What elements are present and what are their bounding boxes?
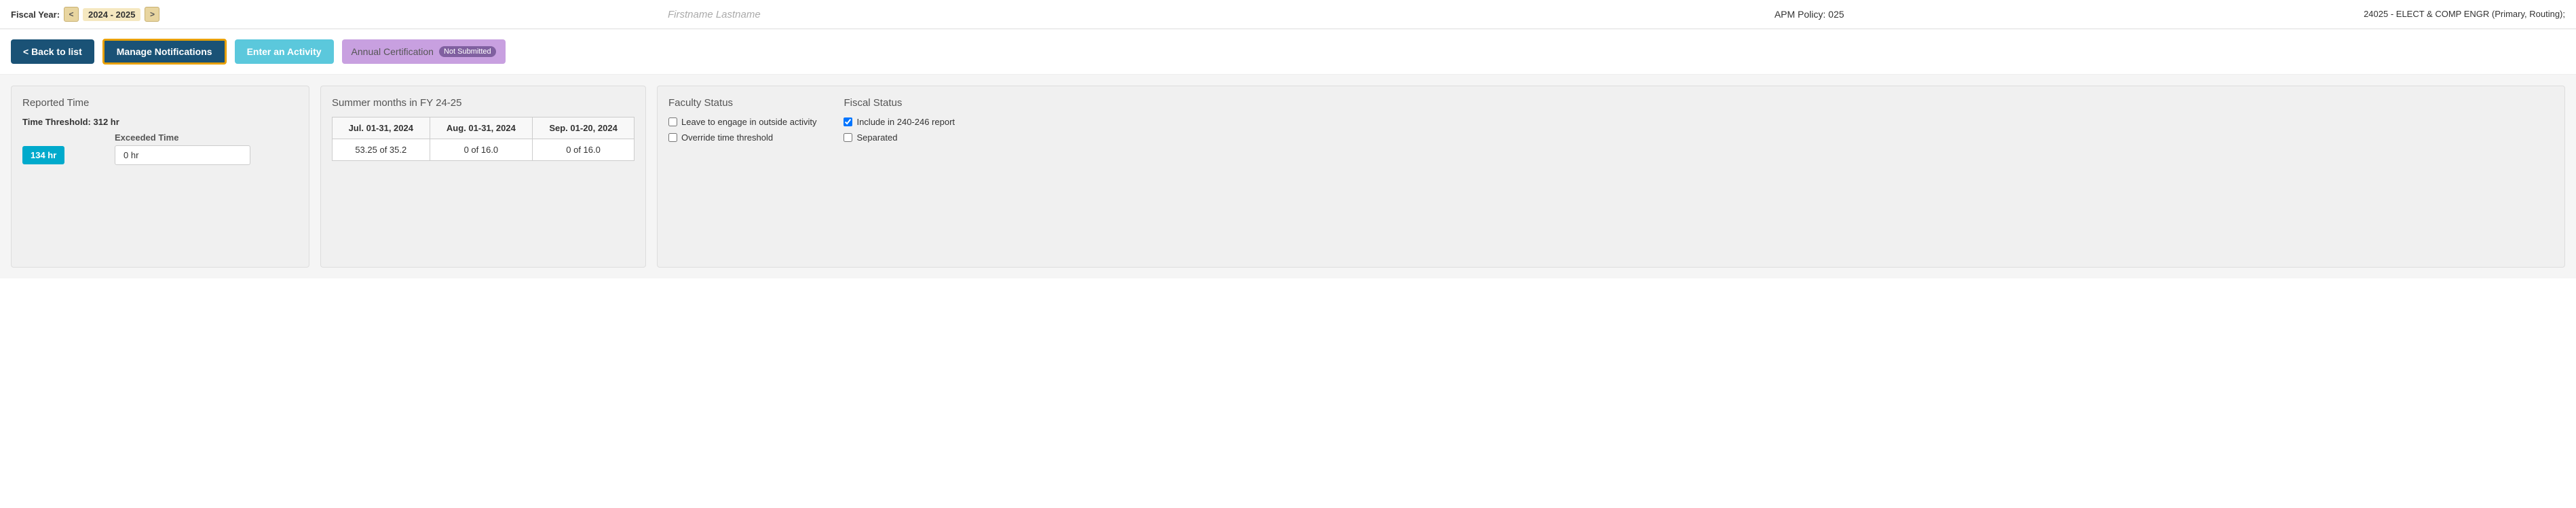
fiscal-label-0: Include in 240-246 report — [856, 117, 955, 127]
fiscal-status-section: Fiscal Status Include in 240-246 report … — [844, 97, 955, 256]
time-threshold-label: Time Threshold: 312 hr — [22, 117, 298, 127]
manage-notifications-button[interactable]: Manage Notifications — [102, 39, 227, 65]
summer-value-0: 53.25 of 35.2 — [333, 139, 430, 161]
fiscal-status-title: Fiscal Status — [844, 97, 955, 109]
faculty-option-0: Leave to engage in outside activity — [668, 117, 816, 127]
header-bar: Fiscal Year: < 2024 - 2025 > Firstname L… — [0, 0, 2576, 29]
action-bar: < Back to list Manage Notifications Ente… — [0, 29, 2576, 75]
faculty-label-0: Leave to engage in outside activity — [681, 117, 816, 127]
faculty-status-section: Faculty Status Leave to engage in outsid… — [668, 97, 816, 256]
annual-certification-button[interactable]: Annual Certification Not Submitted — [342, 39, 506, 64]
exceeded-time-col-header: Exceeded Time — [115, 132, 250, 143]
faculty-checkbox-1[interactable] — [668, 133, 677, 142]
exceeded-value: 0 hr — [115, 145, 250, 165]
exceeded-cell: 0 hr — [115, 145, 250, 165]
time-bar-value: 134 hr — [22, 146, 64, 164]
prev-year-button[interactable]: < — [64, 7, 79, 22]
fiscal-label-1: Separated — [856, 132, 897, 143]
faculty-checkbox-0[interactable] — [668, 117, 677, 126]
next-year-button[interactable]: > — [145, 7, 159, 22]
summer-panel: Summer months in FY 24-25 Jul. 01-31, 20… — [320, 86, 646, 268]
dept-info: 24025 - ELECT & COMP ENGR (Primary, Rout… — [2364, 8, 2565, 20]
reported-time-title: Reported Time — [22, 97, 298, 109]
apm-policy: APM Policy: 025 — [1268, 9, 2350, 20]
fiscal-checkbox-1[interactable] — [844, 133, 852, 142]
faculty-option-1: Override time threshold — [668, 132, 816, 143]
summer-title: Summer months in FY 24-25 — [332, 97, 634, 109]
summer-value-1: 0 of 16.0 — [430, 139, 533, 161]
fiscal-year-value: 2024 - 2025 — [83, 8, 140, 21]
main-content: Reported Time Time Threshold: 312 hr Exc… — [0, 75, 2576, 278]
reported-time-panel: Reported Time Time Threshold: 312 hr Exc… — [11, 86, 309, 268]
fiscal-option-0: Include in 240-246 report — [844, 117, 955, 127]
enter-activity-button[interactable]: Enter an Activity — [235, 39, 334, 64]
summer-table: Jul. 01-31, 2024 Aug. 01-31, 2024 Sep. 0… — [332, 117, 634, 161]
not-submitted-badge: Not Submitted — [439, 46, 496, 57]
summer-col-header-2: Sep. 01-20, 2024 — [533, 117, 634, 139]
time-col-header-empty — [22, 132, 104, 143]
fiscal-year-section: Fiscal Year: < 2024 - 2025 > — [11, 7, 159, 22]
fiscal-year-label: Fiscal Year: — [11, 10, 60, 20]
faculty-label-1: Override time threshold — [681, 132, 773, 143]
certification-label: Annual Certification — [352, 46, 434, 57]
time-row-headers: Exceeded Time — [22, 132, 298, 143]
person-name: Firstname Lastname — [173, 9, 1255, 20]
time-row: 134 hr 0 hr — [22, 145, 298, 165]
summer-value-2: 0 of 16.0 — [533, 139, 634, 161]
faculty-status-title: Faculty Status — [668, 97, 816, 109]
fiscal-checkbox-0[interactable] — [844, 117, 852, 126]
fiscal-option-1: Separated — [844, 132, 955, 143]
status-panel: Faculty Status Leave to engage in outsid… — [657, 86, 2565, 268]
time-bar-cell: 134 hr — [22, 146, 104, 164]
summer-col-header-1: Aug. 01-31, 2024 — [430, 117, 533, 139]
back-to-list-button[interactable]: < Back to list — [11, 39, 94, 64]
summer-col-header-0: Jul. 01-31, 2024 — [333, 117, 430, 139]
